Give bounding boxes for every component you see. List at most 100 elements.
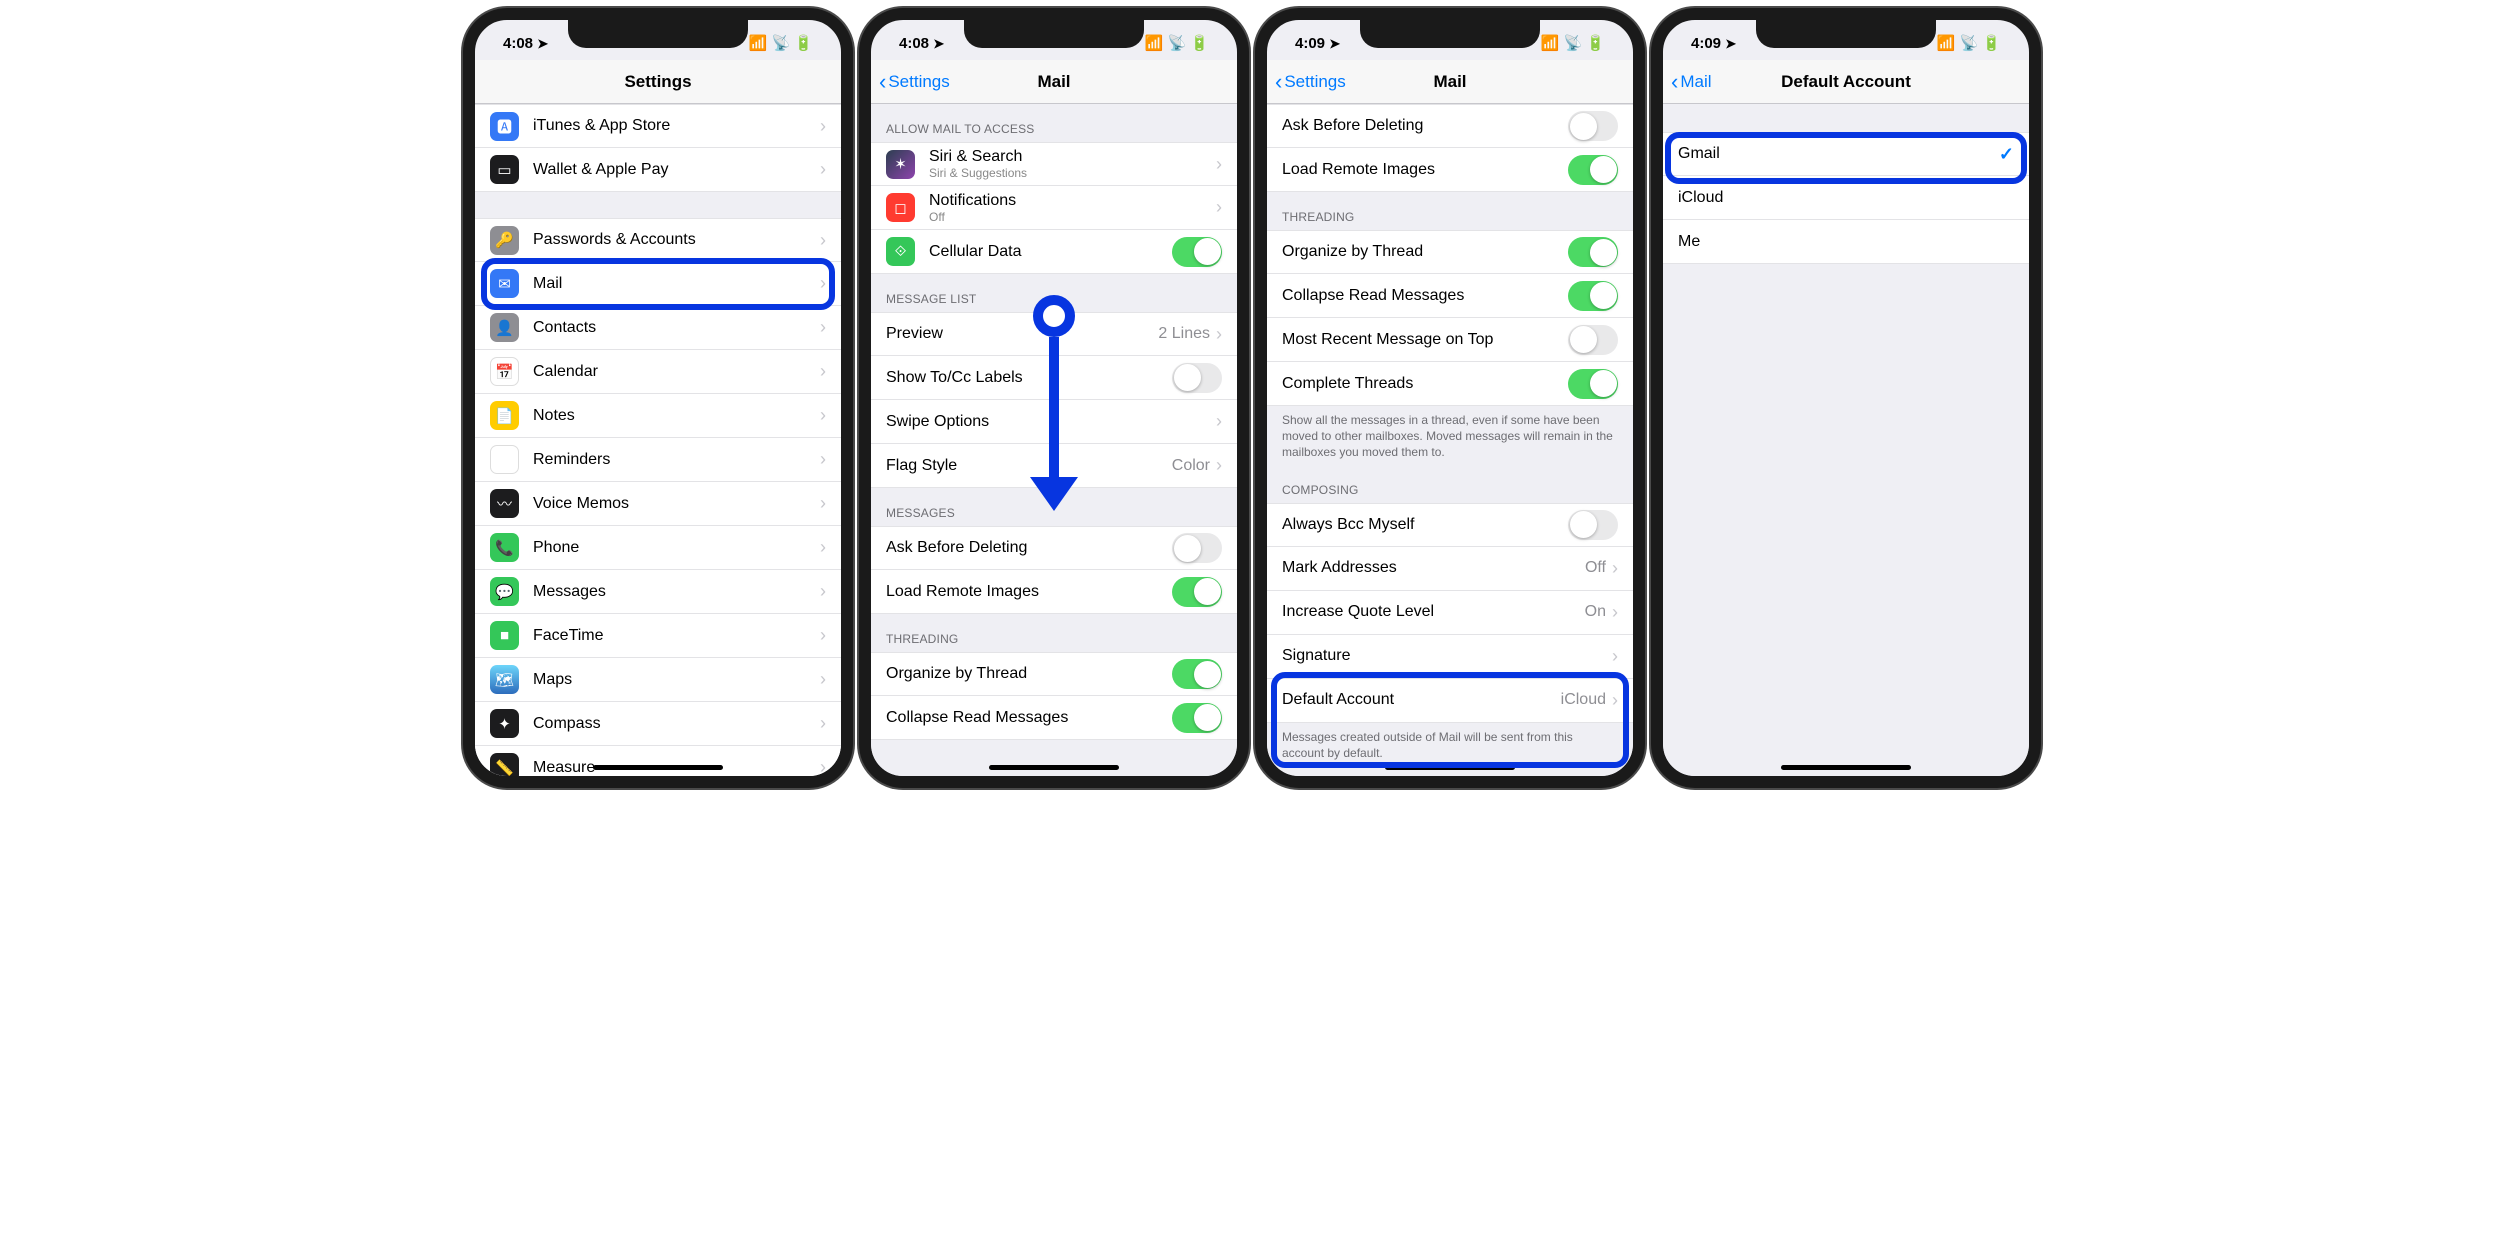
phone-1: 4:08 ➤ 📶 📡 🔋 Settings 🅰iTunes & App Stor… — [463, 8, 853, 788]
increase-quote-value: On — [1585, 603, 1606, 621]
account-gmail[interactable]: Gmail✓ — [1663, 132, 2029, 176]
notes-icon: 📄 — [490, 401, 519, 430]
always-bcc-toggle[interactable] — [1568, 510, 1618, 540]
content[interactable]: Ask Before DeletingLoad Remote Images Th… — [1267, 104, 1633, 776]
collapse-read-toggle[interactable] — [1172, 703, 1222, 733]
maps[interactable]: 🗺Maps› — [475, 658, 841, 702]
mark-addresses-value: Off — [1585, 559, 1606, 577]
organize-by-thread-toggle[interactable] — [1172, 659, 1222, 689]
passwords-accounts[interactable]: 🔑Passwords & Accounts› — [475, 218, 841, 262]
reminders[interactable]: ☑Reminders› — [475, 438, 841, 482]
content[interactable]: Gmail✓iCloudMe — [1663, 104, 2029, 776]
load-remote-images-toggle[interactable] — [1172, 577, 1222, 607]
status-icons: 📶 📡 🔋 — [1937, 34, 2001, 52]
show-to-cc-toggle[interactable] — [1172, 363, 1222, 393]
mail[interactable]: ✉Mail› — [475, 262, 841, 306]
status-icons: 📶 📡 🔋 — [1541, 34, 1605, 52]
back-button[interactable]: ‹Mail — [1663, 69, 1712, 95]
contacts-icon: 👤 — [490, 313, 519, 342]
chevron-right-icon: › — [820, 273, 826, 294]
home-indicator[interactable] — [989, 765, 1119, 770]
most-recent-top-toggle[interactable] — [1568, 325, 1618, 355]
always-bcc[interactable]: Always Bcc Myself — [1267, 503, 1633, 547]
section-allow-access: Allow Mail to Access — [871, 104, 1237, 142]
load-remote-images-label: Load Remote Images — [886, 583, 1172, 601]
load-remote-images[interactable]: Load Remote Images — [871, 570, 1237, 614]
chevron-right-icon: › — [820, 537, 826, 558]
messages[interactable]: 💬Messages› — [475, 570, 841, 614]
load-remote-images[interactable]: Load Remote Images — [1267, 148, 1633, 192]
organize-by-thread-toggle[interactable] — [1568, 237, 1618, 267]
chevron-right-icon: › — [820, 713, 826, 734]
calendar[interactable]: 📅Calendar› — [475, 350, 841, 394]
home-indicator[interactable] — [1781, 765, 1911, 770]
default-account[interactable]: Default AccountiCloud› — [1267, 679, 1633, 723]
facetime[interactable]: ■FaceTime› — [475, 614, 841, 658]
show-to-cc-label: Show To/Cc Labels — [886, 369, 1172, 387]
back-button[interactable]: ‹Settings — [1267, 69, 1346, 95]
contacts-label: Contacts — [533, 319, 820, 337]
notch — [964, 20, 1144, 48]
collapse-read-toggle[interactable] — [1568, 281, 1618, 311]
chevron-right-icon: › — [820, 581, 826, 602]
home-indicator[interactable] — [593, 765, 723, 770]
notes[interactable]: 📄Notes› — [475, 394, 841, 438]
organize-by-thread-label: Organize by Thread — [1282, 243, 1568, 261]
chevron-right-icon: › — [820, 669, 826, 690]
contacts[interactable]: 👤Contacts› — [475, 306, 841, 350]
mark-addresses[interactable]: Mark AddressesOff› — [1267, 547, 1633, 591]
cellular-data-toggle[interactable] — [1172, 237, 1222, 267]
flag-style-value: Color — [1172, 457, 1210, 475]
load-remote-images-toggle[interactable] — [1568, 155, 1618, 185]
default-account-value: iCloud — [1561, 691, 1606, 709]
collapse-read[interactable]: Collapse Read Messages — [871, 696, 1237, 740]
status-time: 4:09 — [1295, 35, 1325, 52]
cellular-data[interactable]: ⟐Cellular Data — [871, 230, 1237, 274]
back-button[interactable]: ‹Settings — [871, 69, 950, 95]
itunes-app-store-label: iTunes & App Store — [533, 117, 820, 135]
wallet-apple-pay[interactable]: ▭Wallet & Apple Pay› — [475, 148, 841, 192]
status-time: 4:08 — [899, 35, 929, 52]
account-icloud[interactable]: iCloud — [1663, 176, 2029, 220]
chevron-right-icon: › — [1216, 154, 1222, 175]
calendar-label: Calendar — [533, 363, 820, 381]
itunes-app-store[interactable]: 🅰iTunes & App Store› — [475, 104, 841, 148]
complete-threads[interactable]: Complete Threads — [1267, 362, 1633, 406]
increase-quote-label: Increase Quote Level — [1282, 603, 1585, 621]
account-me[interactable]: Me — [1663, 220, 2029, 264]
flag-style-label: Flag Style — [886, 457, 1172, 475]
section-threading: Threading — [1267, 192, 1633, 230]
compass[interactable]: ✦Compass› — [475, 702, 841, 746]
home-indicator[interactable] — [1385, 765, 1515, 770]
collapse-read[interactable]: Collapse Read Messages — [1267, 274, 1633, 318]
measure[interactable]: 📏Measure› — [475, 746, 841, 776]
phone[interactable]: 📞Phone› — [475, 526, 841, 570]
complete-threads-toggle[interactable] — [1568, 369, 1618, 399]
collapse-read-label: Collapse Read Messages — [1282, 287, 1568, 305]
organize-by-thread[interactable]: Organize by Thread — [871, 652, 1237, 696]
voice-memos[interactable]: 〰Voice Memos› — [475, 482, 841, 526]
content[interactable]: 🅰iTunes & App Store›▭Wallet & Apple Pay›… — [475, 104, 841, 776]
organize-by-thread[interactable]: Organize by Thread — [1267, 230, 1633, 274]
chevron-right-icon: › — [1216, 324, 1222, 345]
most-recent-top[interactable]: Most Recent Message on Top — [1267, 318, 1633, 362]
calendar-icon: 📅 — [490, 357, 519, 386]
cellular-data-label: Cellular Data — [929, 243, 1172, 261]
signature[interactable]: Signature› — [1267, 635, 1633, 679]
maps-label: Maps — [533, 671, 820, 689]
notifications-icon: ◻ — [886, 193, 915, 222]
account-gmail-label: Gmail — [1678, 145, 1999, 163]
phone-4: 4:09 ➤ 📶 📡 🔋 ‹Mail Default Account Gmail… — [1651, 8, 2041, 788]
ask-before-deleting[interactable]: Ask Before Deleting — [1267, 104, 1633, 148]
location-icon: ➤ — [1725, 36, 1736, 52]
ask-before-deleting[interactable]: Ask Before Deleting — [871, 526, 1237, 570]
chevron-right-icon: › — [1612, 558, 1618, 579]
ask-before-deleting-toggle[interactable] — [1172, 533, 1222, 563]
compass-label: Compass — [533, 715, 820, 733]
back-label: Settings — [1284, 72, 1345, 92]
siri-search[interactable]: ✶Siri & SearchSiri & Suggestions› — [871, 142, 1237, 186]
phone-icon: 📞 — [490, 533, 519, 562]
notifications[interactable]: ◻NotificationsOff› — [871, 186, 1237, 230]
ask-before-deleting-toggle[interactable] — [1568, 111, 1618, 141]
increase-quote[interactable]: Increase Quote LevelOn› — [1267, 591, 1633, 635]
